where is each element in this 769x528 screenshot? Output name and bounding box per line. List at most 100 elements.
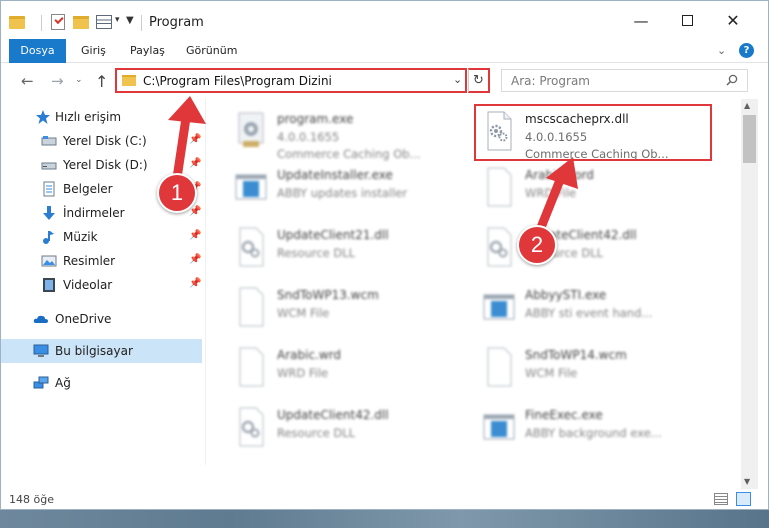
tab-paylas[interactable]: Paylaş (130, 39, 165, 63)
address-path[interactable]: C:\Program Files\Program Dizini (143, 74, 332, 88)
close-button[interactable]: ✕ (723, 11, 743, 31)
download-icon (43, 206, 55, 220)
pin-icon[interactable]: 📌 (189, 206, 201, 217)
help-icon[interactable]: ? (739, 43, 754, 58)
exe-gear-icon (238, 112, 264, 147)
sidebar-item-label: Yerel Disk (C:) (63, 134, 147, 148)
details-view-icon[interactable] (714, 493, 728, 505)
sidebar-item-label: İndirmeler (63, 206, 125, 220)
properties-check-icon[interactable] (51, 14, 65, 30)
file-item[interactable]: program.exe 4.0.0.1655 Commerce Caching … (227, 105, 465, 163)
sidebar-item-label: OneDrive (55, 312, 112, 326)
file-item[interactable]: Arabic.wrd WRD File (227, 341, 465, 399)
folder-icon[interactable] (9, 16, 25, 29)
sidebar-item-label: Müzik (63, 230, 98, 244)
file-item[interactable]: UpdateInstaller.exe ABBY updates install… (227, 161, 465, 219)
file-type: WRD File (525, 186, 577, 200)
file-name: AbbyySTI.exe (525, 288, 607, 302)
search-icon[interactable] (726, 74, 738, 86)
file-item[interactable]: UpdateClient42.dll Resource DLL (475, 221, 713, 279)
vertical-scrollbar[interactable]: ▲ ▼ (741, 99, 758, 491)
file-name: SndToWP14.wcm (525, 348, 627, 362)
divider (141, 15, 142, 31)
customize-quick-access-icon[interactable]: ▼ (126, 15, 134, 33)
file-item[interactable]: ArabicWord WRD File (475, 161, 713, 219)
desktop-background (0, 510, 769, 528)
sidebar-item-onedrive[interactable]: OneDrive (1, 307, 202, 331)
file-description: Commerce Caching Ob... (277, 147, 421, 161)
file-description: ABBY updates installer (277, 186, 408, 200)
status-bar: 148 öğe (1, 489, 768, 509)
sidebar-item-music[interactable]: Müzik 📌 (1, 225, 202, 249)
scroll-thumb[interactable] (743, 115, 756, 163)
sidebar-item-label: Belgeler (63, 182, 113, 196)
file-description: ABBY background exe... (525, 426, 662, 440)
dll-gear-icon (239, 407, 264, 447)
star-icon (36, 110, 50, 124)
pin-icon[interactable]: 📌 (189, 158, 201, 169)
address-bar[interactable]: C:\Program Files\Program Dizini ⌄ (115, 68, 467, 93)
sidebar-item-this-pc[interactable]: Bu bilgisayar (1, 339, 202, 363)
file-version: 4.0.0.1655 (277, 130, 340, 144)
chevron-down-icon[interactable]: ⌄ (453, 73, 462, 86)
file-item[interactable]: SndToWP13.wcm WCM File (227, 281, 465, 339)
tiles-view-icon[interactable] (736, 492, 751, 506)
pin-icon[interactable]: 📌 (189, 278, 201, 289)
file-name: UpdateClient42.dll (277, 408, 389, 422)
file-item[interactable]: UpdateClient21.dll Resource DLL (227, 221, 465, 279)
blank-file-icon (487, 347, 512, 387)
file-type: Resource DLL (277, 246, 356, 260)
navigation-bar: ← → ⌄ ↑ C:\Program Files\Program Dizini … (1, 63, 768, 99)
new-folder-icon[interactable] (73, 16, 89, 29)
exe-window-icon (483, 294, 515, 320)
properties-icon[interactable] (96, 15, 112, 29)
maximize-icon (681, 15, 693, 26)
sidebar-item-label: Ağ (55, 376, 71, 390)
exe-window-icon (235, 174, 267, 200)
step-2-badge: 2 (517, 225, 557, 265)
pictures-icon (41, 255, 57, 267)
pin-icon[interactable]: 📌 (189, 254, 201, 265)
up-arrow-icon[interactable]: ↑ (95, 72, 108, 91)
expand-ribbon-icon[interactable]: ⌄ (717, 44, 726, 57)
sidebar-item-local-disk-c[interactable]: Yerel Disk (C:) 📌 (1, 129, 202, 153)
music-icon (43, 231, 54, 244)
tab-dosya[interactable]: Dosya (9, 39, 66, 63)
tab-gorunum[interactable]: Görünüm (186, 39, 237, 63)
blank-file-icon (239, 287, 264, 327)
search-input[interactable]: Ara: Program (501, 69, 748, 92)
file-item[interactable]: UpdateClient42.dll Resource DLL (227, 401, 465, 459)
sidebar-item-videos[interactable]: Videolar 📌 (1, 273, 202, 297)
file-item[interactable]: AbbyySTI.exe ABBY sti event hand... (475, 281, 713, 339)
explorer-window: ▾ ▼ Program — ✕ Dosya Giriş Paylaş Görün… (0, 0, 769, 510)
title-bar: ▾ ▼ Program — ✕ (1, 1, 768, 39)
back-arrow-icon[interactable]: ← (21, 72, 34, 90)
pin-icon[interactable]: 📌 (189, 230, 201, 241)
target-file-highlight (474, 104, 712, 161)
file-name: SndToWP13.wcm (277, 288, 379, 302)
minimize-button[interactable]: — (631, 11, 651, 31)
ribbon-tabs: Dosya Giriş Paylaş Görünüm ⌄ ? (1, 39, 768, 63)
scroll-down-icon[interactable]: ▼ (744, 477, 750, 486)
chevron-down-icon[interactable]: ▾ (115, 15, 120, 33)
pin-icon[interactable]: 📌 (189, 134, 201, 145)
item-count: 148 öğe (9, 493, 54, 506)
divider (41, 15, 42, 31)
folder-icon (122, 75, 136, 86)
file-description: ABBY sti event hand... (525, 306, 653, 320)
sidebar-item-label: Bu bilgisayar (55, 344, 133, 358)
maximize-button[interactable] (677, 11, 697, 31)
recent-locations-icon[interactable]: ⌄ (75, 75, 83, 85)
search-placeholder: Ara: Program (511, 74, 590, 88)
sidebar-item-network[interactable]: Ağ (1, 371, 202, 395)
file-type: WCM File (277, 306, 330, 320)
file-item[interactable]: FineExec.exe ABBY background exe... (475, 401, 713, 459)
file-item[interactable]: SndToWP14.wcm WCM File (475, 341, 713, 399)
tab-giris[interactable]: Giriş (81, 39, 106, 63)
sidebar-item-quick-access[interactable]: Hızlı erişim (1, 105, 202, 129)
forward-arrow-icon[interactable]: → (51, 72, 64, 90)
sidebar-item-pictures[interactable]: Resimler 📌 (1, 249, 202, 273)
refresh-button[interactable]: ↻ (468, 68, 490, 93)
drive-icon (41, 162, 57, 170)
scroll-up-icon[interactable]: ▲ (744, 101, 750, 110)
